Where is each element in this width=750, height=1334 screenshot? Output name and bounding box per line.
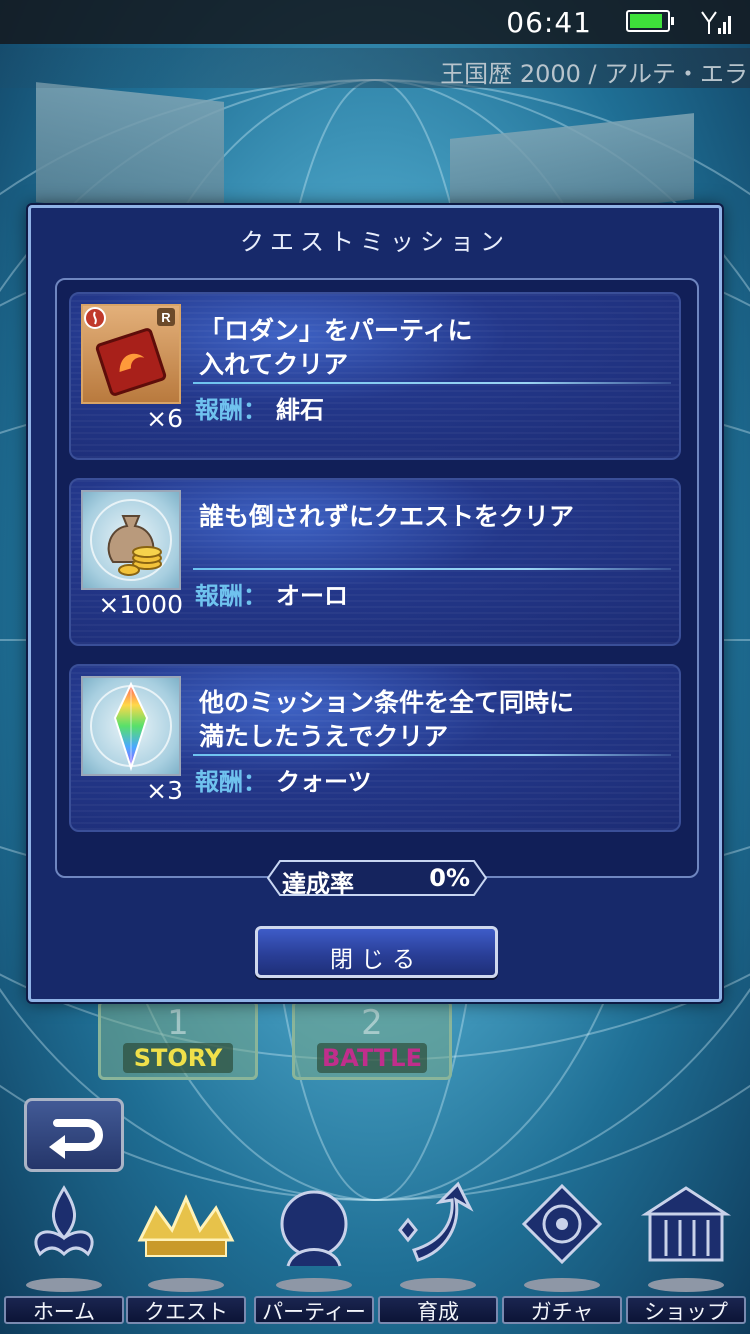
- reward-name: 緋石: [276, 396, 324, 424]
- status-time: 06:41: [506, 6, 592, 39]
- close-label: 閉じる: [330, 947, 423, 973]
- nav-label: ホーム: [4, 1296, 124, 1324]
- pedestal: [400, 1278, 476, 1292]
- nav-home[interactable]: ホーム: [4, 1180, 124, 1334]
- party-portrait-icon: [280, 1190, 348, 1267]
- pedestal: [276, 1278, 352, 1292]
- nav-label: パーティー: [254, 1296, 374, 1324]
- completion-rate: 達成率 0%: [266, 859, 488, 898]
- chapter-label: STORY: [123, 1043, 233, 1073]
- reward-quantity: ×1000: [98, 590, 183, 619]
- mission-condition: 誰も倒されずにクエストをクリア: [199, 502, 575, 531]
- reward-name: オーロ: [276, 582, 348, 610]
- home-fleur-icon: [34, 1185, 94, 1257]
- return-arrow-icon: [49, 1119, 103, 1159]
- nav-gacha[interactable]: ガチャ: [502, 1180, 622, 1334]
- gacha-emblem-icon: [521, 1183, 603, 1265]
- reward-label: 報酬：: [195, 768, 267, 796]
- mission-list: R ×6 「ロダン」をパーティに 入れてクリア 報酬： 緋石 ×1000 誰も倒…: [55, 278, 699, 878]
- close-button[interactable]: 閉じる: [255, 926, 498, 978]
- red-stone-icon: R: [81, 304, 181, 404]
- chapter-label: BATTLE: [317, 1043, 427, 1073]
- chapter-tab-story[interactable]: 1 STORY: [98, 1000, 258, 1080]
- quest-mission-dialog: クエストミッション R ×6 「ロダン」をパーティに 入れてクリア 報酬： 緋石…: [28, 205, 722, 1002]
- mission-divider: [193, 568, 671, 570]
- mission-item: R ×6 「ロダン」をパーティに 入れてクリア 報酬： 緋石: [69, 292, 681, 460]
- reward-quantity: ×6: [146, 404, 183, 433]
- quest-crown-icon: [137, 1194, 235, 1257]
- nav-label: ショップ: [626, 1296, 746, 1324]
- pedestal: [148, 1278, 224, 1292]
- nav-label: 育成: [378, 1296, 498, 1324]
- pedestal: [26, 1278, 102, 1292]
- battery-level: [630, 14, 663, 28]
- background-card-left: [36, 82, 224, 222]
- era-label: 王国歴 2000 / アルテ・エラ: [440, 60, 748, 88]
- mission-condition: 他のミッション条件を全て同時に 満たしたうえでクリア: [199, 688, 575, 751]
- reward-label: 報酬：: [195, 396, 267, 424]
- signal-icon: [701, 11, 731, 34]
- completion-value: 0%: [429, 864, 470, 892]
- nav-party[interactable]: パーティー: [254, 1180, 374, 1334]
- mission-item: ×3 他のミッション条件を全て同時に 満たしたうえでクリア 報酬： クォーツ: [69, 664, 681, 832]
- nav-shop[interactable]: ショップ: [626, 1180, 746, 1334]
- mission-divider: [193, 754, 671, 756]
- completion-label: 達成率: [282, 870, 354, 898]
- nav-quest[interactable]: クエスト: [126, 1180, 246, 1334]
- reward-name: クォーツ: [276, 768, 372, 796]
- growth-arrow-icon: [398, 1181, 474, 1262]
- chapter-tab-battle[interactable]: 2 BATTLE: [292, 1000, 452, 1080]
- quartz-crystal-icon: [81, 676, 181, 776]
- reward-label: 報酬：: [195, 582, 267, 610]
- chapter-number: 1: [167, 1003, 189, 1043]
- mission-item: ×1000 誰も倒されずにクエストをクリア 報酬： オーロ: [69, 478, 681, 646]
- nav-label: クエスト: [126, 1296, 246, 1324]
- gold-bag-icon: [81, 490, 181, 590]
- shop-building-icon: [640, 1186, 732, 1262]
- mission-divider: [193, 382, 671, 384]
- reward-quantity: ×3: [146, 776, 183, 805]
- svg-text:R: R: [161, 310, 171, 325]
- chapter-number: 2: [361, 1003, 383, 1043]
- mission-condition: 「ロダン」をパーティに 入れてクリア: [199, 316, 473, 379]
- back-button[interactable]: [24, 1098, 124, 1172]
- nav-label: ガチャ: [502, 1296, 622, 1324]
- battery-icon: [626, 10, 674, 32]
- pedestal: [648, 1278, 724, 1292]
- nav-growth[interactable]: 育成: [378, 1180, 498, 1334]
- pedestal: [524, 1278, 600, 1292]
- status-bar: 06:41: [0, 0, 750, 44]
- dialog-title: クエストミッション: [240, 228, 510, 256]
